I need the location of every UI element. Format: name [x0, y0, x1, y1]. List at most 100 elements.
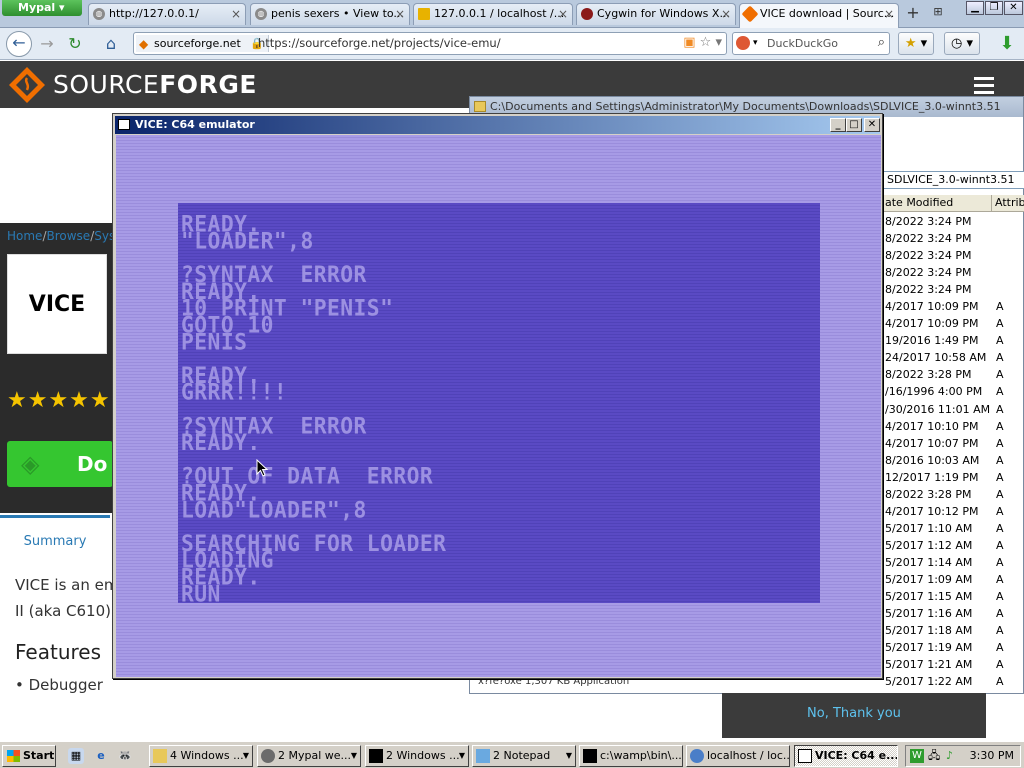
start-button[interactable]: Start [2, 745, 56, 767]
download-arrow-icon[interactable]: ⬇ [996, 33, 1018, 55]
rss-icon[interactable]: ▣ [683, 35, 695, 50]
back-arrow-icon[interactable]: ← [6, 31, 32, 57]
taskbar-item-windows-explorer[interactable]: 4 Windows ... ▼ [149, 745, 253, 767]
taskbar-item-command-windows[interactable]: 2 Windows ... ▼ [365, 745, 469, 767]
vice-emulator-window[interactable]: VICE: C64 emulator _ □ ✕ READY. "LOADER",… [112, 113, 883, 679]
close-icon[interactable]: × [884, 4, 894, 24]
phpmyadmin-icon [418, 8, 430, 20]
c64-border[interactable]: READY. "LOADER",8 ?SYNTAX ERROR READY. 10 PR… [116, 135, 881, 677]
taskbar-item-vice[interactable]: VICE: C64 e... [794, 745, 898, 767]
sourceforge-logo-icon[interactable] [8, 66, 46, 104]
restore-icon[interactable]: ❐ [985, 1, 1003, 15]
app-menu-button[interactable]: Mypal ▾ [2, 0, 82, 16]
home-icon[interactable]: ⌂ [100, 33, 122, 55]
file-row[interactable]: 5/2017 1:10 AM A [883, 520, 1024, 537]
network-tray-icon[interactable]: 🖧 [928, 746, 940, 766]
file-row[interactable]: 4/2017 10:10 PM A [883, 418, 1024, 435]
file-row[interactable]: 24/2017 10:58 AM A [883, 349, 1024, 366]
file-row[interactable]: 4/2017 10:07 PM A [883, 435, 1024, 452]
file-row[interactable]: 4/2017 10:09 PM A [883, 315, 1024, 332]
file-row[interactable]: 8/2022 3:28 PM A [883, 486, 1024, 503]
file-row[interactable]: 5/2017 1:12 AM A [883, 537, 1024, 554]
forward-arrow-icon[interactable]: → [36, 33, 58, 55]
url-bar-icons: ▣ ☆ ▾ [683, 35, 722, 50]
taskbar-item-mypal[interactable]: 2 Mypal we... ▼ [257, 745, 361, 767]
reload-icon[interactable]: ↻ [64, 33, 86, 55]
url-bar[interactable]: ◆ sourceforge.net 🔒 https://sourceforge.… [133, 32, 727, 55]
clock[interactable]: 3:30 PM [970, 746, 1014, 766]
breadcrumb-browse[interactable]: Browse [46, 229, 90, 243]
file-row[interactable]: 5/2017 1:22 AM A [883, 673, 1024, 690]
file-row[interactable]: 5/2017 1:21 AM A [883, 656, 1024, 673]
file-row[interactable]: 8/2022 3:24 PM [883, 247, 1024, 264]
mypal-icon[interactable]: 🦝 [117, 748, 133, 764]
c64-screen[interactable]: READY. "LOADER",8 ?SYNTAX ERROR READY. 10 PR… [178, 203, 820, 606]
file-row[interactable]: 5/2017 1:09 AM A [883, 571, 1024, 588]
minimize-icon[interactable]: ▁ [966, 1, 984, 15]
internet-explorer-icon[interactable]: e [93, 748, 109, 764]
file-row[interactable]: 5/2017 1:15 AM A [883, 588, 1024, 605]
hamburger-menu-icon[interactable] [974, 77, 994, 94]
file-row[interactable]: 8/2022 3:24 PM [883, 213, 1024, 230]
file-row[interactable]: 8/2022 3:24 PM [883, 230, 1024, 247]
vice-title-bar[interactable]: VICE: C64 emulator _ □ ✕ [115, 116, 880, 134]
file-attributes: A [996, 334, 1004, 348]
file-row[interactable]: 5/2017 1:16 AM A [883, 605, 1024, 622]
bookmark-star-icon[interactable]: ☆ [700, 35, 712, 50]
maximize-icon[interactable]: □ [846, 118, 862, 132]
taskbar-item-notepad[interactable]: 2 Notepad ▼ [472, 745, 576, 767]
search-bar[interactable]: ▾ DuckDuckGo ⌕ [732, 32, 890, 55]
site-identity-button[interactable]: ◆ sourceforge.net 🔒 [136, 35, 269, 52]
tab-summary[interactable]: Summary [0, 515, 110, 563]
file-row[interactable]: /16/1996 4:00 PM A [883, 383, 1024, 400]
duckduckgo-icon[interactable] [736, 36, 750, 50]
close-icon[interactable]: × [395, 4, 405, 24]
show-desktop-icon[interactable]: ▦ [68, 748, 84, 764]
close-window-icon[interactable]: ✕ [1004, 1, 1023, 15]
url-text[interactable]: https://sourceforge.net/projects/vice-em… [258, 35, 501, 52]
tab-list-icon[interactable]: ⊞ [930, 5, 946, 23]
file-row[interactable]: /30/2016 11:01 AM A [883, 401, 1024, 418]
close-icon[interactable]: × [721, 4, 731, 24]
file-row[interactable]: 8/2016 10:03 AM A [883, 452, 1024, 469]
column-date-modified[interactable]: ate Modified [885, 195, 953, 211]
file-row[interactable]: 4/2017 10:09 PM A [883, 298, 1024, 315]
file-row[interactable]: 19/2016 1:49 PM A [883, 332, 1024, 349]
history-button[interactable]: ◷ ▾ [944, 32, 980, 55]
file-row[interactable]: 4/2017 10:12 PM A [883, 503, 1024, 520]
bookmarks-button[interactable]: ★ ▾ [898, 32, 934, 55]
download-button[interactable]: ◈ Do [7, 441, 113, 487]
wamp-tray-icon[interactable]: W [910, 749, 924, 763]
close-icon[interactable]: × [558, 4, 568, 24]
file-row[interactable]: 8/2022 3:24 PM [883, 264, 1024, 281]
search-input[interactable]: DuckDuckGo [767, 35, 838, 52]
no-thanks-button[interactable]: No, Thank you [722, 693, 986, 738]
breadcrumb-home[interactable]: Home [7, 229, 42, 243]
search-engine-dropdown-icon[interactable]: ▾ [753, 35, 758, 52]
url-dropdown-icon[interactable]: ▾ [715, 35, 722, 50]
taskbar-item-wamp-console[interactable]: c:\wamp\bin\... [579, 745, 683, 767]
explorer-address-field[interactable]: SDLVICE_3.0-winnt3.51 [883, 171, 1024, 189]
file-row[interactable]: 12/2017 1:19 PM A [883, 469, 1024, 486]
tab-localhost[interactable]: ◍ http://127.0.0.1/ × [88, 3, 246, 25]
column-attributes[interactable]: Attribu [991, 195, 1024, 211]
navigation-toolbar: ← → ↻ ⌂ ◆ sourceforge.net 🔒 https://sour… [0, 28, 1024, 60]
file-row[interactable]: 5/2017 1:19 AM A [883, 639, 1024, 656]
file-date-modified: 4/2017 10:09 PM [885, 300, 979, 314]
file-row[interactable]: 8/2022 3:24 PM [883, 281, 1024, 298]
close-icon[interactable]: ✕ [864, 118, 880, 132]
close-icon[interactable]: × [231, 4, 241, 24]
volume-tray-icon[interactable]: ♪ [946, 746, 953, 766]
minimize-icon[interactable]: _ [830, 118, 846, 132]
tab-sourceforge[interactable]: VICE download | Sourc... × [739, 3, 899, 28]
file-row[interactable]: 8/2022 3:28 PM A [883, 366, 1024, 383]
sourceforge-wordmark[interactable]: SOURCEFORGE [53, 71, 257, 99]
file-row[interactable]: 5/2017 1:14 AM A [883, 554, 1024, 571]
tab-forum[interactable]: ◍ penis sexers • View to... × [250, 3, 410, 25]
new-tab-button[interactable]: + [903, 5, 923, 23]
tab-phpmyadmin[interactable]: 127.0.0.1 / localhost /... × [413, 3, 573, 25]
tab-cygwin[interactable]: Cygwin for Windows X... × [576, 3, 736, 25]
search-icon[interactable]: ⌕ [878, 35, 885, 50]
taskbar-item-localhost[interactable]: localhost / loc... [686, 745, 790, 767]
file-row[interactable]: 5/2017 1:18 AM A [883, 622, 1024, 639]
